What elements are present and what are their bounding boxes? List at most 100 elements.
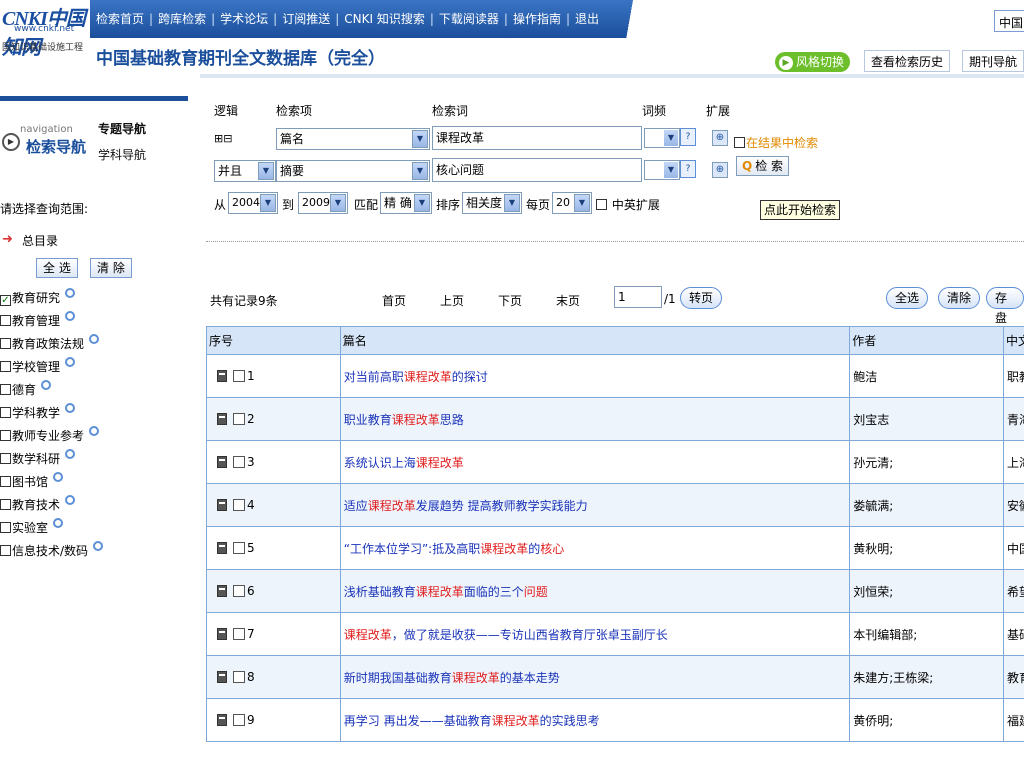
subject-navigation-link[interactable]: 学科导航: [98, 146, 146, 163]
row-checkbox[interactable]: [233, 370, 245, 382]
search-term-input-2[interactable]: 核心问题: [432, 158, 642, 182]
category-item[interactable]: 图书馆: [0, 472, 64, 492]
magnifier-icon[interactable]: [65, 449, 76, 459]
category-checkbox[interactable]: [0, 499, 11, 510]
author-cell[interactable]: 黄侨明;: [849, 698, 1005, 742]
cn-en-extension-checkbox[interactable]: [596, 199, 607, 210]
category-checkbox[interactable]: [0, 407, 11, 418]
row-checkbox[interactable]: [233, 714, 245, 726]
article-title-link[interactable]: “工作本位学习”:抵及高职课程改革的核心: [344, 542, 565, 556]
page-number-input[interactable]: 1: [614, 286, 662, 308]
category-item[interactable]: 学科教学: [0, 403, 76, 423]
sort-select[interactable]: 相关度 ▼: [462, 192, 522, 214]
last-page-link[interactable]: 末页: [556, 292, 580, 309]
category-checkbox[interactable]: [0, 453, 11, 464]
magnifier-icon[interactable]: [41, 380, 52, 390]
tab-search-history[interactable]: 查看检索历史: [864, 50, 951, 72]
document-icon[interactable]: [217, 456, 227, 468]
nav-link[interactable]: 学术论坛: [220, 12, 268, 26]
row-checkbox[interactable]: [233, 585, 245, 597]
nav-link[interactable]: 下载阅读器: [439, 12, 499, 26]
frequency-select-1[interactable]: ▼: [644, 128, 680, 148]
next-page-link[interactable]: 下页: [498, 292, 522, 309]
magnifier-icon[interactable]: [65, 357, 76, 367]
year-from-select[interactable]: 2004 ▼: [228, 192, 278, 214]
author-cell[interactable]: 娄毓满;: [849, 483, 1005, 527]
author-cell[interactable]: 孙元清;: [849, 440, 1005, 484]
category-item[interactable]: 教育技术: [0, 495, 76, 515]
search-in-results-checkbox[interactable]: [734, 137, 745, 148]
select-all-categories-button[interactable]: 全 选: [36, 258, 78, 278]
nav-link[interactable]: 退出: [575, 12, 599, 26]
document-icon[interactable]: [217, 499, 227, 511]
category-item[interactable]: 教育政策法规: [0, 334, 100, 354]
magnifier-icon[interactable]: [93, 541, 104, 551]
magnifier-icon[interactable]: [65, 311, 76, 321]
source-cell[interactable]: 安徽: [1003, 483, 1024, 527]
article-title-link[interactable]: 再学习 再出发——基础教育课程改革的实践思考: [344, 714, 600, 728]
style-switch-button[interactable]: ▶ 风格切换: [775, 52, 851, 72]
category-checkbox[interactable]: [0, 338, 11, 349]
category-item[interactable]: 教育管理: [0, 311, 76, 331]
extension-icon[interactable]: ⊕: [712, 162, 728, 178]
category-checkbox[interactable]: [0, 384, 11, 395]
category-checkbox[interactable]: [0, 522, 11, 533]
magnifier-icon[interactable]: [89, 334, 100, 344]
document-icon[interactable]: [217, 413, 227, 425]
magnifier-icon[interactable]: [53, 472, 64, 482]
category-checkbox[interactable]: [0, 430, 11, 441]
nav-link[interactable]: 检索首页: [96, 12, 144, 26]
category-item[interactable]: 实验室: [0, 518, 64, 538]
clear-categories-button[interactable]: 清 除: [90, 258, 132, 278]
field-select-1[interactable]: 篇名 ▼: [276, 128, 430, 150]
author-cell[interactable]: 刘宝志: [849, 397, 1005, 441]
search-in-results-option[interactable]: 在结果中检索: [734, 134, 818, 151]
add-remove-row-buttons[interactable]: ⊞⊟: [214, 132, 232, 145]
source-cell[interactable]: 青海: [1003, 397, 1024, 441]
document-icon[interactable]: [217, 370, 227, 382]
frequency-icon[interactable]: ?: [680, 128, 696, 146]
document-icon[interactable]: [217, 628, 227, 640]
nav-link[interactable]: 操作指南: [513, 12, 561, 26]
row-checkbox[interactable]: [233, 671, 245, 683]
select-all-results-button[interactable]: 全选: [886, 287, 929, 309]
root-catalog-link[interactable]: 总目录: [22, 232, 58, 249]
document-icon[interactable]: [217, 714, 227, 726]
document-icon[interactable]: [217, 585, 227, 597]
category-checkbox[interactable]: ✓: [0, 295, 11, 306]
year-to-select[interactable]: 2009 ▼: [298, 192, 348, 214]
article-title-link[interactable]: 课程改革，做了就是收获——专访山西省教育厅张卓玉副厅长: [344, 628, 668, 642]
article-title-link[interactable]: 适应课程改革发展趋势 提高教师教学实践能力: [344, 499, 588, 513]
extension-icon[interactable]: ⊕: [712, 130, 728, 146]
cn-en-extension-option[interactable]: 中英扩展: [596, 196, 660, 213]
row-checkbox[interactable]: [233, 628, 245, 640]
magnifier-icon[interactable]: [53, 518, 64, 528]
go-to-page-button[interactable]: 转页: [680, 287, 723, 309]
author-cell[interactable]: 朱建方;王栋梁;: [849, 655, 1005, 699]
row-checkbox[interactable]: [233, 499, 245, 511]
author-cell[interactable]: 本刊编辑部;: [849, 612, 1005, 656]
nav-link[interactable]: 跨库检索: [158, 12, 206, 26]
magnifier-icon[interactable]: [65, 288, 76, 298]
category-item[interactable]: 教师专业参考: [0, 426, 100, 446]
prev-page-link[interactable]: 上页: [440, 292, 464, 309]
category-item[interactable]: 信息技术/数码: [0, 541, 104, 561]
nav-link[interactable]: 订阅推送: [282, 12, 330, 26]
article-title-link[interactable]: 系统认识上海课程改革: [344, 456, 464, 470]
magnifier-icon[interactable]: [65, 495, 76, 505]
magnifier-icon[interactable]: [65, 403, 76, 413]
source-cell[interactable]: 上海: [1003, 440, 1024, 484]
language-select[interactable]: 中国: [994, 10, 1024, 32]
category-checkbox[interactable]: [0, 545, 11, 556]
category-checkbox[interactable]: [0, 476, 11, 487]
category-checkbox[interactable]: [0, 361, 11, 372]
source-cell[interactable]: 教育: [1003, 655, 1024, 699]
save-results-button[interactable]: 存盘: [986, 287, 1024, 325]
match-select[interactable]: 精 确 ▼: [380, 192, 432, 214]
row-checkbox[interactable]: [233, 413, 245, 425]
frequency-icon[interactable]: ?: [680, 160, 696, 178]
document-icon[interactable]: [217, 542, 227, 554]
nav-link[interactable]: CNKI 知识搜索: [344, 12, 425, 26]
topic-navigation-link[interactable]: 专题导航: [98, 120, 146, 137]
author-cell[interactable]: 黄秋明;: [849, 526, 1005, 570]
